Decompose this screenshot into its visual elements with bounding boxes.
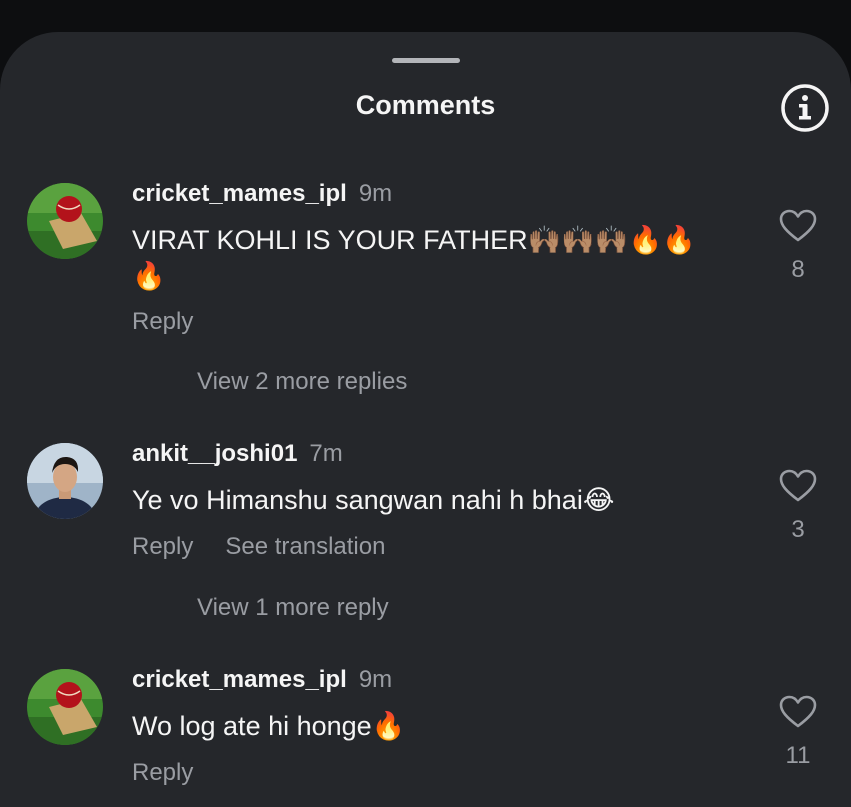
comment-username[interactable]: cricket_mames_ipl bbox=[132, 666, 347, 693]
comment-emoji: 😂 bbox=[582, 485, 615, 516]
drag-handle[interactable] bbox=[392, 58, 460, 63]
comment-timestamp: 9m bbox=[358, 666, 393, 693]
like-count: 8 bbox=[791, 256, 805, 283]
comment-emoji: 🔥 bbox=[132, 261, 166, 292]
comments-sheet: Comments bbox=[0, 32, 851, 807]
avatar[interactable] bbox=[27, 443, 103, 519]
heart-icon[interactable] bbox=[778, 208, 818, 249]
reply-button[interactable]: Reply bbox=[132, 759, 193, 786]
view-replies-link[interactable]: View 2 more replies bbox=[197, 368, 407, 396]
comment-timestamp: 9m bbox=[358, 180, 393, 207]
comment-emoji: 🙌🏽🙌🏽🙌🏽🔥🔥 bbox=[527, 225, 696, 256]
view-replies-link[interactable]: View 1 more reply bbox=[197, 594, 389, 622]
comment-username[interactable]: cricket_mames_ipl bbox=[132, 180, 347, 207]
see-translation-button[interactable]: See translation bbox=[225, 533, 385, 560]
comment-timestamp: 7m bbox=[309, 440, 343, 467]
avatar[interactable] bbox=[27, 183, 103, 259]
reply-button[interactable]: Reply bbox=[132, 533, 193, 560]
comment-text: Ye vo Himanshu sangwan nahi h bhai bbox=[132, 485, 583, 515]
avatar[interactable] bbox=[27, 669, 103, 745]
heart-icon[interactable] bbox=[778, 468, 818, 509]
info-icon[interactable] bbox=[779, 82, 831, 134]
comment-text: Wo log ate hi honge bbox=[132, 711, 372, 741]
comment-emoji: 🔥 bbox=[371, 711, 406, 742]
comment-username[interactable]: ankit__joshi01 bbox=[132, 440, 297, 467]
sheet-title: Comments bbox=[355, 90, 496, 120]
like-count: 3 bbox=[791, 516, 805, 543]
heart-icon[interactable] bbox=[778, 694, 818, 735]
like-count: 11 bbox=[785, 742, 811, 769]
comment-text: VIRAT KOHLI IS YOUR FATHER bbox=[132, 225, 528, 255]
reply-button[interactable]: Reply bbox=[132, 308, 193, 335]
